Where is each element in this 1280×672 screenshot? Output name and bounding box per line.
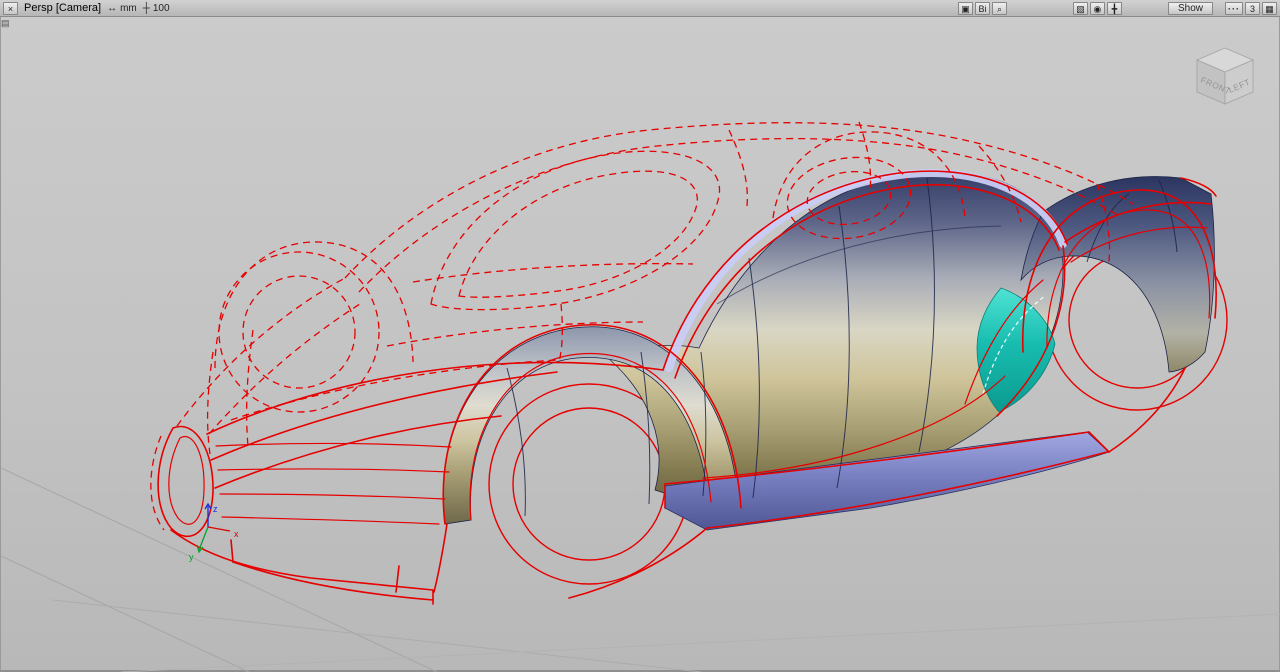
detail-slider-box[interactable]: ··· bbox=[1225, 1, 1243, 15]
grid-snap-icon: ┼ bbox=[142, 2, 150, 14]
view-cube[interactable]: FRONT LEFT bbox=[1195, 47, 1255, 105]
shade-mode-icon[interactable]: ▧ bbox=[1072, 1, 1088, 15]
viewport-grid-icon[interactable]: ▤ bbox=[1, 19, 10, 28]
car-surfaces bbox=[442, 168, 1215, 531]
axis-y-label: y bbox=[189, 552, 194, 562]
grid-size-value: 100 bbox=[152, 2, 170, 14]
scale-arrows-icon: ↔ bbox=[107, 2, 118, 14]
viewport-canvas[interactable]: z y x FRONT LEFT bbox=[1, 17, 1280, 672]
orbit-view-icon[interactable]: ◉ bbox=[1089, 1, 1105, 15]
show-button[interactable]: Show bbox=[1167, 1, 1213, 15]
layout-grid-icon[interactable]: ▦ bbox=[1262, 1, 1277, 15]
units-label: mm bbox=[120, 2, 137, 14]
display-mode-icon[interactable]: ▣ bbox=[957, 1, 973, 15]
camera-mode-label: [Camera] bbox=[55, 2, 102, 14]
pan-view-icon[interactable]: ╋ bbox=[1106, 1, 1122, 15]
units-segment: ↔ mm bbox=[107, 3, 137, 14]
bi-icon[interactable]: Bi bbox=[974, 1, 990, 15]
close-icon[interactable]: × bbox=[3, 1, 18, 15]
panel-count-box[interactable]: 3 bbox=[1245, 1, 1260, 15]
viewport-titlebar: × Persp [Camera] ↔ mm ┼ 100 ▣ Bi ⌕ ▧ ◉ ╋… bbox=[0, 0, 1280, 17]
grid-size-segment: ┼ 100 bbox=[143, 3, 170, 14]
axis-z-label: z bbox=[213, 504, 218, 514]
titlebar-right-tools: ▣ Bi ⌕ ▧ ◉ ╋ Show ··· 3 ▦ bbox=[957, 1, 1277, 15]
viewport-title[interactable]: Persp [Camera] bbox=[24, 2, 101, 14]
view-name-label: Persp bbox=[24, 2, 53, 14]
perspective-viewport[interactable]: z y x FRONT LEFT bbox=[0, 17, 1280, 672]
magnifier-icon[interactable]: ⌕ bbox=[991, 1, 1007, 15]
axis-x-label: x bbox=[234, 529, 239, 539]
